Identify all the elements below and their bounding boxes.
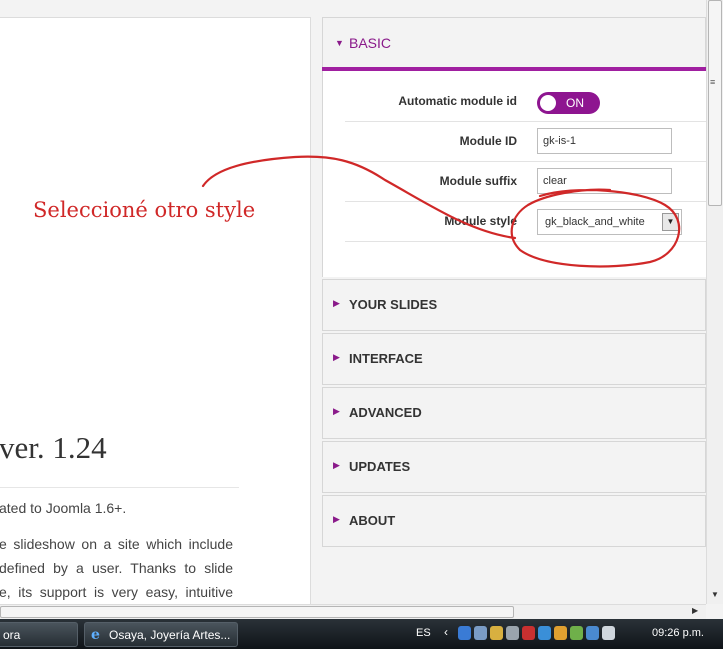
- section-title: INTERFACE: [349, 351, 423, 366]
- version-title: ver. 1.24: [0, 430, 107, 465]
- basic-section-body: Automatic module id ON Module ID gk-is-1…: [322, 71, 706, 277]
- section-title: ABOUT: [349, 513, 396, 528]
- field-label: Automatic module id: [398, 94, 517, 108]
- description-line: defined by a user. Thanks to slide: [0, 560, 233, 576]
- horizontal-scrollbar[interactable]: ▶: [0, 604, 706, 619]
- battery-icon[interactable]: [570, 626, 583, 640]
- module-id-row: Module ID gk-is-1: [345, 122, 706, 162]
- auto-module-id-toggle[interactable]: ON: [537, 92, 600, 114]
- select-value: gk_black_and_white: [545, 216, 645, 228]
- annotation-text: Seleccioné otro style: [33, 198, 256, 222]
- section-title: ADVANCED: [349, 405, 422, 420]
- module-options-panel: ▼ BASIC Automatic module id ON Module ID…: [322, 17, 706, 604]
- taskbar-button-browser[interactable]: e Osaya, Joyería Artes...: [84, 622, 238, 647]
- description-line: e slideshow on a site which include: [0, 536, 233, 552]
- app-icon[interactable]: [522, 626, 535, 640]
- description-line: e, its support is very easy, intuitive: [0, 584, 233, 600]
- taskbar-button-label: Osaya, Joyería Artes...: [109, 628, 231, 642]
- toggle-label: ON: [566, 96, 584, 110]
- module-style-row: Module style gk_black_and_white ▼: [345, 202, 706, 242]
- auto-module-id-row: Automatic module id ON: [345, 82, 706, 122]
- divider: [0, 487, 239, 488]
- section-title: BASIC: [349, 35, 392, 51]
- grip-icon: ≡: [710, 77, 716, 87]
- section-title: UPDATES: [349, 459, 411, 474]
- caret-right-icon: ▶: [333, 406, 340, 416]
- language-indicator[interactable]: ES: [416, 627, 431, 639]
- caret-down-icon: ▼: [335, 38, 344, 48]
- taskbar-button[interactable]: ora: [0, 622, 78, 647]
- scroll-right-arrow-icon[interactable]: ▶: [692, 606, 698, 615]
- taskbar-button-label: ora: [3, 628, 21, 642]
- tool-icon[interactable]: [474, 626, 487, 640]
- field-label: Module suffix: [439, 174, 517, 188]
- description-line: ated to Joomla 1.6+.: [0, 500, 127, 516]
- browser-viewport: ver. 1.24 ated to Joomla 1.6+. e slidesh…: [0, 0, 706, 604]
- scroll-down-arrow-icon[interactable]: ▼: [711, 590, 719, 599]
- section-updates[interactable]: ▶ UPDATES: [322, 441, 706, 493]
- device-icon[interactable]: [506, 626, 519, 640]
- clock[interactable]: 09:26 p.m.: [652, 627, 704, 639]
- scrollbar-thumb[interactable]: [0, 606, 514, 618]
- display-icon[interactable]: [586, 626, 599, 640]
- section-interface[interactable]: ▶ INTERFACE: [322, 333, 706, 385]
- vertical-scrollbar[interactable]: ≡ ▼: [706, 0, 723, 604]
- module-style-select[interactable]: gk_black_and_white ▼: [537, 209, 682, 235]
- volume-icon[interactable]: [602, 626, 615, 640]
- module-suffix-row: Module suffix clear: [345, 162, 706, 202]
- caret-right-icon: ▶: [333, 298, 340, 308]
- scrollbar-thumb[interactable]: [708, 0, 722, 206]
- system-tray-icons: [458, 626, 615, 642]
- caret-right-icon: ▶: [333, 460, 340, 470]
- module-suffix-input[interactable]: clear: [537, 168, 672, 194]
- section-your-slides[interactable]: ▶ YOUR SLIDES: [322, 279, 706, 331]
- shield-icon[interactable]: [490, 626, 503, 640]
- section-about[interactable]: ▶ ABOUT: [322, 495, 706, 547]
- caret-right-icon: ▶: [333, 514, 340, 524]
- messenger-icon[interactable]: [538, 626, 551, 640]
- caret-right-icon: ▶: [333, 352, 340, 362]
- internet-explorer-icon: e: [91, 627, 100, 643]
- chevron-down-icon[interactable]: ▼: [662, 213, 679, 231]
- basic-section-header[interactable]: ▼ BASIC: [322, 17, 706, 70]
- show-hidden-icons-icon[interactable]: ‹: [444, 625, 448, 639]
- module-id-input[interactable]: gk-is-1: [537, 128, 672, 154]
- network-icon[interactable]: [458, 626, 471, 640]
- toggle-knob: [540, 95, 556, 111]
- section-title: YOUR SLIDES: [349, 297, 438, 312]
- chat-icon[interactable]: [554, 626, 567, 640]
- field-label: Module ID: [459, 134, 517, 148]
- field-label: Module style: [444, 214, 517, 228]
- windows-taskbar: ora e Osaya, Joyería Artes... ES ‹ 09:26 …: [0, 619, 723, 649]
- module-description-panel: ver. 1.24 ated to Joomla 1.6+. e slidesh…: [0, 17, 311, 604]
- section-advanced[interactable]: ▶ ADVANCED: [322, 387, 706, 439]
